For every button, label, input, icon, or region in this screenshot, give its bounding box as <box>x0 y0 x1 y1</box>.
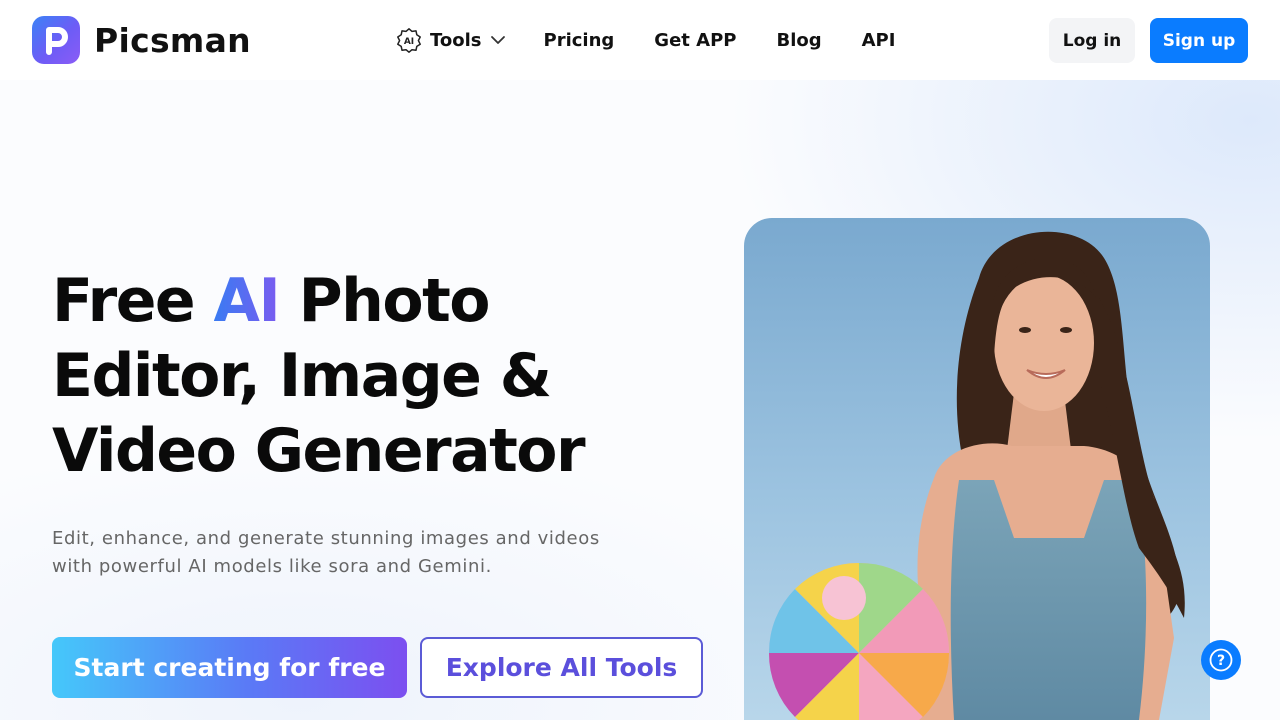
hero-subtitle: Edit, enhance, and generate stunning ima… <box>52 528 600 577</box>
help-button[interactable]: ? <box>1201 640 1241 680</box>
nav-link-blog[interactable]: Blog <box>776 30 821 51</box>
logo-mark-icon <box>32 16 80 64</box>
start-creating-button[interactable]: Start creating for free <box>52 637 407 698</box>
nav-link-get-app[interactable]: Get APP <box>654 30 736 51</box>
logo[interactable]: Picsman <box>32 16 251 64</box>
main-nav: AI Tools Pricing Get APP Blog API <box>396 26 895 54</box>
chevron-down-icon <box>490 32 506 48</box>
help-icon: ? <box>1208 647 1234 673</box>
site-header: Picsman AI Tools Pricing Get APP Blog AP… <box>0 0 1280 80</box>
signup-button[interactable]: Sign up <box>1150 18 1248 63</box>
explore-tools-button[interactable]: Explore All Tools <box>420 637 703 698</box>
nav-link-api[interactable]: API <box>862 30 896 51</box>
ai-badge-icon: AI <box>396 27 422 53</box>
hero-title-part1: Free <box>52 266 214 336</box>
hero-image <box>744 218 1210 720</box>
nav-tools-label: Tools <box>430 29 482 51</box>
hero-title: Free AI Photo Editor, Image & Video Gene… <box>52 264 652 489</box>
nav-link-pricing[interactable]: Pricing <box>544 30 615 51</box>
logo-text: Picsman <box>94 20 251 60</box>
svg-text:AI: AI <box>404 37 414 47</box>
login-button[interactable]: Log in <box>1049 18 1135 63</box>
nav-tools-dropdown[interactable]: AI Tools <box>396 27 506 53</box>
svg-text:?: ? <box>1217 653 1225 669</box>
hero-title-ai: AI <box>213 266 281 336</box>
